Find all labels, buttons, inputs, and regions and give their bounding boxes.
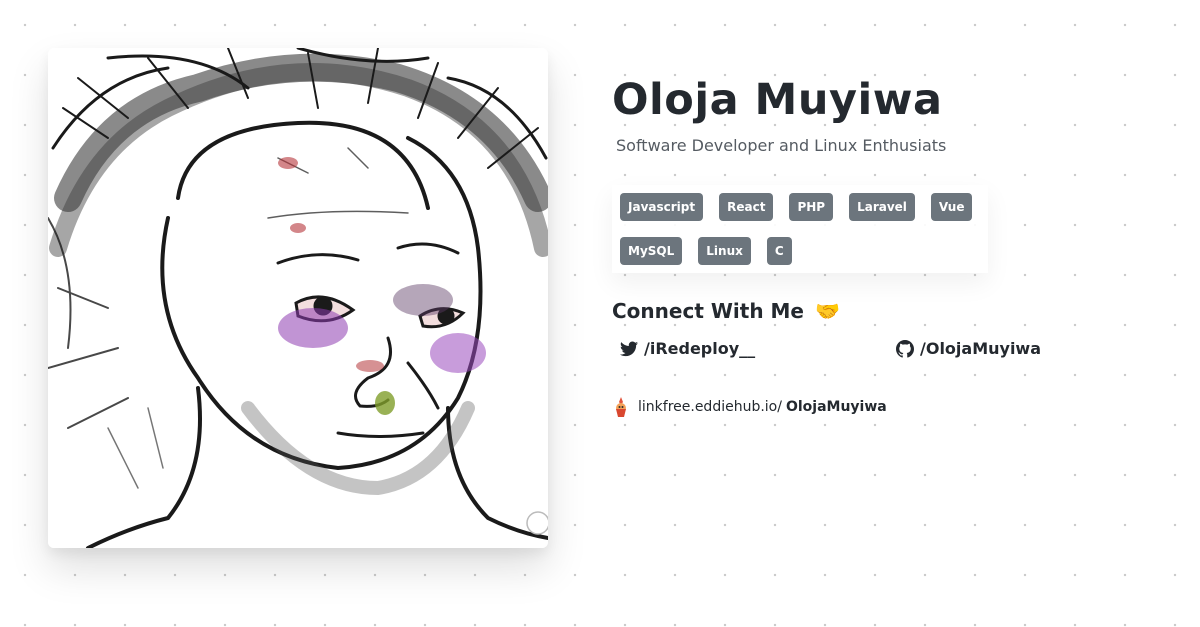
connect-heading: Connect With Me 🤝 xyxy=(612,299,1172,323)
skill-badge: Linux xyxy=(698,237,751,265)
skill-badge: Laravel xyxy=(849,193,915,221)
linkfree-logo-icon xyxy=(616,397,626,417)
avatar xyxy=(48,48,548,548)
skill-badge: React xyxy=(719,193,774,221)
profile-name: Oloja Muyiwa xyxy=(612,75,943,125)
skill-badge: Vue xyxy=(930,193,973,221)
linkfree-domain: linkfree.eddiehub.io/ xyxy=(638,399,782,415)
github-link[interactable]: /OlojaMuyiwa xyxy=(896,339,1041,358)
skill-badge: Javascript xyxy=(620,193,704,221)
github-octocat-icon xyxy=(896,339,914,358)
skill-badge: PHP xyxy=(789,193,834,221)
connect-title: Connect With Me xyxy=(612,299,804,323)
twitter-handle: /iRedeploy__ xyxy=(644,339,756,358)
wojak-sketch-avatar xyxy=(48,48,548,548)
linkfree-link[interactable]: linkfree.eddiehub.io/ OlojaMuyiwa xyxy=(612,396,1172,418)
skill-badge: MySQL xyxy=(620,237,683,265)
profile-tagline: Software Developer and Linux Enthusiats xyxy=(616,136,947,155)
twitter-link[interactable]: /iRedeploy__ xyxy=(620,339,896,358)
linkfree-username: OlojaMuyiwa xyxy=(785,399,887,415)
profile-info: Oloja Muyiwa Software Developer and Linu… xyxy=(612,74,1172,418)
social-links: /iRedeploy__ /OlojaMuyiwa xyxy=(612,339,1172,358)
github-handle: /OlojaMuyiwa xyxy=(920,339,1042,358)
handshake-icon: 🤝 xyxy=(814,299,840,323)
skills-list: Javascript React PHP Laravel Vue MySQL L… xyxy=(612,185,988,273)
skill-badge: C xyxy=(766,237,792,265)
twitter-bird-icon xyxy=(620,341,638,356)
